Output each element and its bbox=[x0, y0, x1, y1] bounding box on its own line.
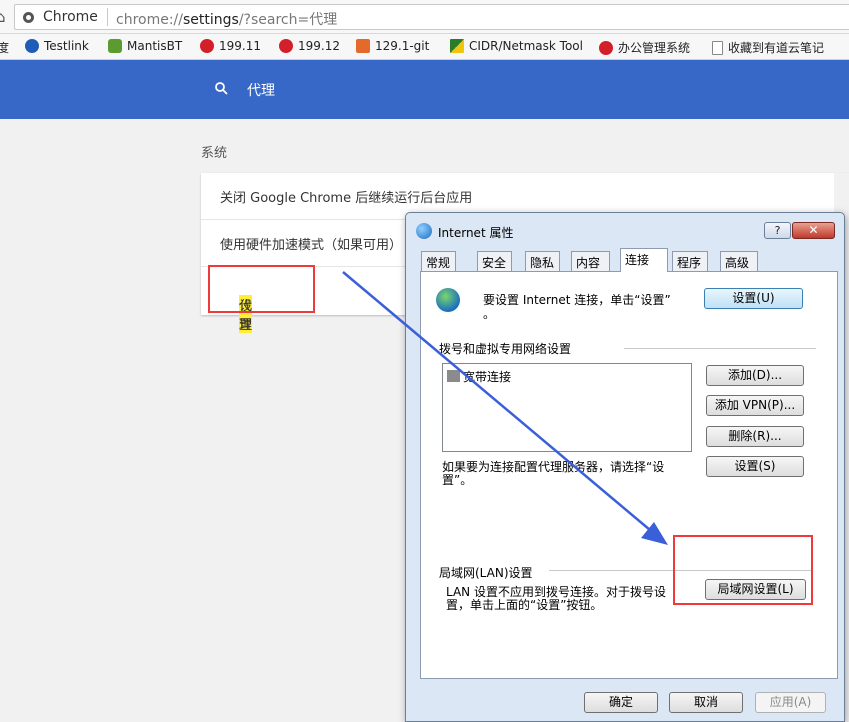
setup-button[interactable]: 设置(U) bbox=[704, 288, 803, 309]
bookmark-item[interactable]: MantisBT bbox=[108, 39, 182, 53]
internet-properties-dialog: Internet 属性 ? ✕ 常规 安全 隐私 内容 连接 程序 高级 要设置… bbox=[405, 212, 845, 722]
row-label: 关闭 Google Chrome 后继续运行后台应用 bbox=[220, 191, 473, 206]
cidr-icon bbox=[450, 39, 464, 53]
dialup-group-label: 拨号和虚拟专用网络设置 bbox=[439, 342, 572, 356]
add-button[interactable]: 添加(D)... bbox=[706, 365, 804, 386]
annotation-box-proxy-row bbox=[208, 265, 315, 313]
delete-button[interactable]: 删除(R)... bbox=[706, 426, 804, 447]
cancel-button[interactable]: 取消 bbox=[669, 692, 743, 713]
home-icon[interactable]: ⌂ bbox=[0, 8, 6, 26]
ok-button[interactable]: 确定 bbox=[584, 692, 658, 713]
group-divider bbox=[624, 348, 816, 349]
settings-search-input[interactable]: 代理 bbox=[247, 80, 275, 100]
bookmark-label: 129.1-git bbox=[375, 39, 430, 53]
url-host: settings bbox=[183, 12, 239, 28]
dialog-title: Internet 属性 bbox=[438, 226, 514, 240]
omnibox-app-name: Chrome bbox=[43, 9, 98, 25]
doc-icon bbox=[712, 40, 723, 55]
bookmark-label: 199.12 bbox=[298, 39, 340, 53]
list-item-label: 宽带连接 bbox=[463, 370, 512, 384]
apply-button[interactable]: 应用(A) bbox=[755, 692, 826, 713]
bookmark-label: Testlink bbox=[44, 39, 89, 53]
bookmark-label: 办公管理系统 bbox=[618, 41, 691, 55]
row-label: 使用硬件加速模式（如果可用） bbox=[220, 238, 403, 253]
bookmark-item[interactable]: CIDR/Netmask Tool bbox=[450, 39, 583, 53]
red-circle-icon bbox=[279, 39, 293, 53]
omnibox-url[interactable]: chrome://settings/?search=代理 bbox=[116, 9, 337, 29]
bookmark-item[interactable]: 度 bbox=[0, 39, 9, 56]
bookmark-item[interactable]: 办公管理系统 bbox=[599, 39, 690, 56]
url-scheme: chrome:// bbox=[116, 12, 183, 28]
setup-text: 要设置 Internet 连接，单击“设置” bbox=[483, 293, 671, 307]
bookmark-label: MantisBT bbox=[127, 39, 183, 53]
proxy-text-cont: 置”。 bbox=[442, 473, 473, 487]
bookmark-label: 199.11 bbox=[219, 39, 261, 53]
tab-privacy[interactable]: 隐私 bbox=[525, 251, 560, 271]
annotation-box-lan-button bbox=[673, 535, 813, 605]
settings-header: 代理 bbox=[0, 60, 849, 119]
omnibox-separator bbox=[107, 8, 108, 26]
tab-security[interactable]: 安全 bbox=[477, 251, 512, 271]
chrome-page-icon bbox=[23, 12, 34, 23]
tab-content[interactable]: 内容 bbox=[571, 251, 610, 271]
tab-advanced[interactable]: 高级 bbox=[720, 251, 758, 271]
tab-programs[interactable]: 程序 bbox=[672, 251, 708, 271]
bookmark-item[interactable]: 199.11 bbox=[200, 39, 261, 53]
tab-general[interactable]: 常规 bbox=[421, 251, 456, 271]
network-globe-icon bbox=[436, 288, 460, 312]
url-path: /?search=代理 bbox=[238, 12, 338, 28]
bookmark-label: CIDR/Netmask Tool bbox=[469, 39, 583, 53]
list-item[interactable]: 宽带连接 bbox=[447, 368, 511, 385]
red-circle-icon bbox=[599, 40, 613, 55]
red-circle-icon bbox=[200, 39, 214, 53]
omnibox[interactable]: Chrome chrome://settings/?search=代理 bbox=[14, 4, 849, 30]
mantis-icon bbox=[108, 39, 122, 53]
lan-group-label: 局域网(LAN)设置 bbox=[439, 566, 533, 580]
bookmark-label: 度 bbox=[0, 39, 9, 56]
setup-text-cont: 。 bbox=[483, 307, 496, 321]
bookmark-item[interactable]: Testlink bbox=[25, 39, 89, 53]
tab-connections[interactable]: 连接 bbox=[620, 248, 668, 272]
connections-panel: 要设置 Internet 连接，单击“设置” 。 设置(U) 拨号和虚拟专用网络… bbox=[420, 271, 838, 679]
bookmarks-bar: 度 Testlink MantisBT 199.11 199.12 129.1-… bbox=[0, 34, 849, 60]
close-button[interactable]: ✕ bbox=[792, 222, 835, 239]
bookmark-item[interactable]: 129.1-git bbox=[356, 39, 429, 53]
proxy-text: 如果要为连接配置代理服务器，请选择“设 bbox=[442, 460, 665, 474]
search-icon[interactable] bbox=[215, 82, 228, 95]
help-button[interactable]: ? bbox=[764, 222, 791, 239]
gitlab-icon bbox=[356, 39, 370, 53]
add-vpn-button[interactable]: 添加 VPN(P)... bbox=[706, 395, 804, 416]
lan-text-cont: 置，单击上面的“设置”按钮。 bbox=[446, 598, 603, 612]
modem-icon bbox=[447, 370, 460, 382]
globe-icon bbox=[416, 223, 432, 239]
bookmark-item[interactable]: 收藏到有道云笔记 bbox=[712, 39, 824, 56]
section-title: 系统 bbox=[201, 146, 228, 161]
testlink-icon bbox=[25, 39, 39, 53]
settings-button[interactable]: 设置(S) bbox=[706, 456, 804, 477]
bookmark-item[interactable]: 199.12 bbox=[279, 39, 340, 53]
connections-list[interactable]: 宽带连接 bbox=[442, 363, 692, 452]
address-bar: ⌂ Chrome chrome://settings/?search=代理 bbox=[0, 0, 849, 34]
bookmark-label: 收藏到有道云笔记 bbox=[728, 41, 825, 55]
